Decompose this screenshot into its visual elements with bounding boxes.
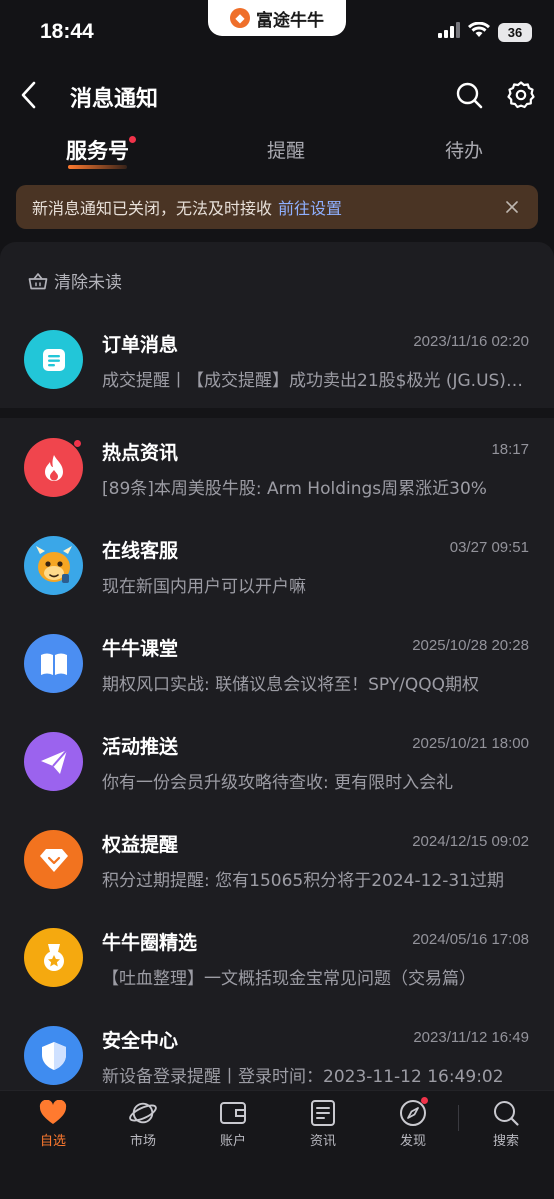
tab-strip: 服务号 提醒 待办 bbox=[0, 130, 554, 174]
message-title: 牛牛圈精选 bbox=[102, 932, 198, 954]
clear-unread-button[interactable]: 清除未读 bbox=[28, 268, 122, 293]
unread-dot bbox=[73, 439, 82, 448]
tabbar-news[interactable]: 资讯 bbox=[293, 1099, 353, 1149]
basket-icon bbox=[28, 272, 48, 289]
message-time: 2023/11/16 02:20 bbox=[413, 333, 529, 350]
message-preview: 积分过期提醒: 您有15065积分将于2024-12-31过期 bbox=[102, 871, 505, 891]
message-preview: 成交提醒丨【成交提醒】成功卖出21股$极光 (JG.US)$，成交价格：1.59 bbox=[102, 371, 530, 391]
message-title: 权益提醒 bbox=[102, 834, 179, 856]
battery-indicator: 36 bbox=[498, 22, 532, 42]
shield-icon bbox=[24, 1026, 83, 1085]
tabbar-search[interactable]: 搜索 bbox=[476, 1099, 536, 1149]
message-preview: 现在新国内用户可以开户嘛 bbox=[102, 577, 306, 597]
search-icon bbox=[492, 1099, 520, 1127]
message-preview: [89条]本周美股牛股: Arm Holdings周累涨近30% bbox=[102, 479, 487, 499]
settings-button[interactable] bbox=[504, 78, 538, 112]
message-title: 在线客服 bbox=[102, 540, 179, 562]
tab-label: 提醒 bbox=[267, 140, 306, 162]
app-name: 富途牛牛 bbox=[256, 10, 324, 31]
message-title: 安全中心 bbox=[102, 1030, 179, 1052]
message-preview: 期权风口实战: 联储议息会议将至！SPY/QQQ期权 bbox=[102, 675, 480, 695]
tabbar-label: 资讯 bbox=[309, 1134, 336, 1149]
document-icon bbox=[24, 330, 83, 389]
close-icon bbox=[506, 201, 518, 213]
message-time: 2023/11/12 16:49 bbox=[413, 1029, 529, 1046]
nav-bar: 消息通知 bbox=[0, 70, 554, 120]
status-time: 18:44 bbox=[40, 20, 94, 43]
back-chevron-icon bbox=[21, 81, 36, 109]
clear-unread-label: 清除未读 bbox=[54, 273, 122, 293]
book-icon bbox=[24, 634, 83, 693]
medal-icon bbox=[24, 928, 83, 987]
tab-service-account[interactable]: 服务号 bbox=[66, 135, 136, 169]
message-time: 2024/12/15 09:02 bbox=[412, 833, 529, 850]
paper-plane-icon bbox=[24, 732, 83, 791]
message-title: 牛牛课堂 bbox=[102, 638, 179, 660]
diamond-icon bbox=[24, 830, 83, 889]
news-icon bbox=[309, 1099, 337, 1127]
message-item-customer-service[interactable]: 在线客服 03/27 09:51 现在新国内用户可以开户嘛 bbox=[0, 516, 554, 614]
message-title: 订单消息 bbox=[102, 334, 179, 356]
section-divider bbox=[0, 408, 554, 418]
bottom-tab-bar: 自选 市场 账户 资讯 发现 搜索 bbox=[0, 1090, 554, 1199]
tabbar-label: 账户 bbox=[219, 1134, 246, 1149]
message-item-community-picks[interactable]: 牛牛圈精选 2024/05/16 17:08 【吐血整理】一文概括现金宝常见问题… bbox=[0, 908, 554, 1006]
message-time: 2024/05/16 17:08 bbox=[412, 931, 529, 948]
discover-unread-dot bbox=[421, 1097, 428, 1104]
tab-reminders[interactable]: 提醒 bbox=[267, 136, 305, 163]
bull-mascot-icon bbox=[24, 536, 83, 595]
tabbar-label: 自选 bbox=[39, 1134, 66, 1149]
tabbar-discover[interactable]: 发现 bbox=[383, 1097, 443, 1149]
futu-logo-icon: ◆ bbox=[230, 8, 250, 28]
message-item-classroom[interactable]: 牛牛课堂 2025/10/28 20:28 期权风口实战: 联储议息会议将至！S… bbox=[0, 614, 554, 712]
compass-icon bbox=[399, 1097, 428, 1127]
message-item-promotions[interactable]: 活动推送 2025/10/21 18:00 你有一份会员升级攻略待查收: 更有限… bbox=[0, 712, 554, 810]
message-preview: 【吐血整理】一文概括现金宝常见问题（交易篇） bbox=[102, 969, 476, 989]
active-tab-underline bbox=[68, 165, 127, 169]
notification-disabled-banner: 新消息通知已关闭，无法及时接收 前往设置 bbox=[16, 185, 538, 229]
tabbar-watchlist[interactable]: 自选 bbox=[23, 1099, 83, 1149]
message-time: 2025/10/21 18:00 bbox=[412, 735, 529, 752]
message-preview: 新设备登录提醒丨登录时间：2023-11-12 16:49:02 bbox=[102, 1067, 504, 1087]
page-title: 消息通知 bbox=[70, 87, 159, 112]
wallet-icon bbox=[219, 1099, 247, 1127]
tabbar-divider bbox=[458, 1105, 459, 1131]
planet-icon bbox=[129, 1099, 157, 1127]
message-title: 热点资讯 bbox=[102, 442, 179, 464]
message-item-benefits[interactable]: 权益提醒 2024/12/15 09:02 积分过期提醒: 您有15065积分将… bbox=[0, 810, 554, 908]
search-button[interactable] bbox=[452, 78, 486, 112]
tabbar-label: 市场 bbox=[129, 1134, 156, 1149]
tab-label: 待办 bbox=[445, 140, 484, 162]
gear-icon bbox=[507, 81, 535, 109]
unread-dot bbox=[129, 136, 136, 143]
system-icons: 36 bbox=[438, 21, 532, 42]
tabbar-market[interactable]: 市场 bbox=[113, 1099, 173, 1149]
wifi-icon bbox=[468, 21, 490, 42]
banner-close-button[interactable] bbox=[502, 197, 522, 217]
tab-todo[interactable]: 待办 bbox=[445, 136, 483, 163]
banner-text: 新消息通知已关闭，无法及时接收 bbox=[32, 199, 273, 218]
back-button[interactable] bbox=[12, 78, 44, 112]
message-item-orders[interactable]: 订单消息 2023/11/16 02:20 成交提醒丨【成交提醒】成功卖出21股… bbox=[0, 310, 554, 408]
go-to-settings-link[interactable]: 前往设置 bbox=[278, 195, 342, 219]
tabbar-account[interactable]: 账户 bbox=[203, 1099, 263, 1149]
flame-icon bbox=[24, 438, 83, 497]
status-bar: 18:44 ◆ 富途牛牛 36 bbox=[0, 0, 554, 64]
message-item-hot-news[interactable]: 热点资讯 18:17 [89条]本周美股牛股: Arm Holdings周累涨近… bbox=[0, 418, 554, 516]
tabbar-label: 发现 bbox=[399, 1134, 426, 1149]
search-icon bbox=[456, 82, 483, 109]
message-time: 03/27 09:51 bbox=[449, 539, 529, 556]
message-time: 2025/10/28 20:28 bbox=[412, 637, 529, 654]
message-title: 活动推送 bbox=[102, 736, 179, 758]
tab-label: 服务号 bbox=[66, 139, 129, 163]
message-time: 18:17 bbox=[491, 441, 529, 458]
tabbar-label: 搜索 bbox=[492, 1134, 519, 1149]
message-preview: 你有一份会员升级攻略待查收: 更有限时入会礼 bbox=[102, 773, 454, 793]
signal-icon bbox=[438, 22, 460, 42]
heart-icon bbox=[39, 1099, 67, 1127]
app-indicator-pill[interactable]: ◆ 富途牛牛 bbox=[208, 0, 346, 36]
